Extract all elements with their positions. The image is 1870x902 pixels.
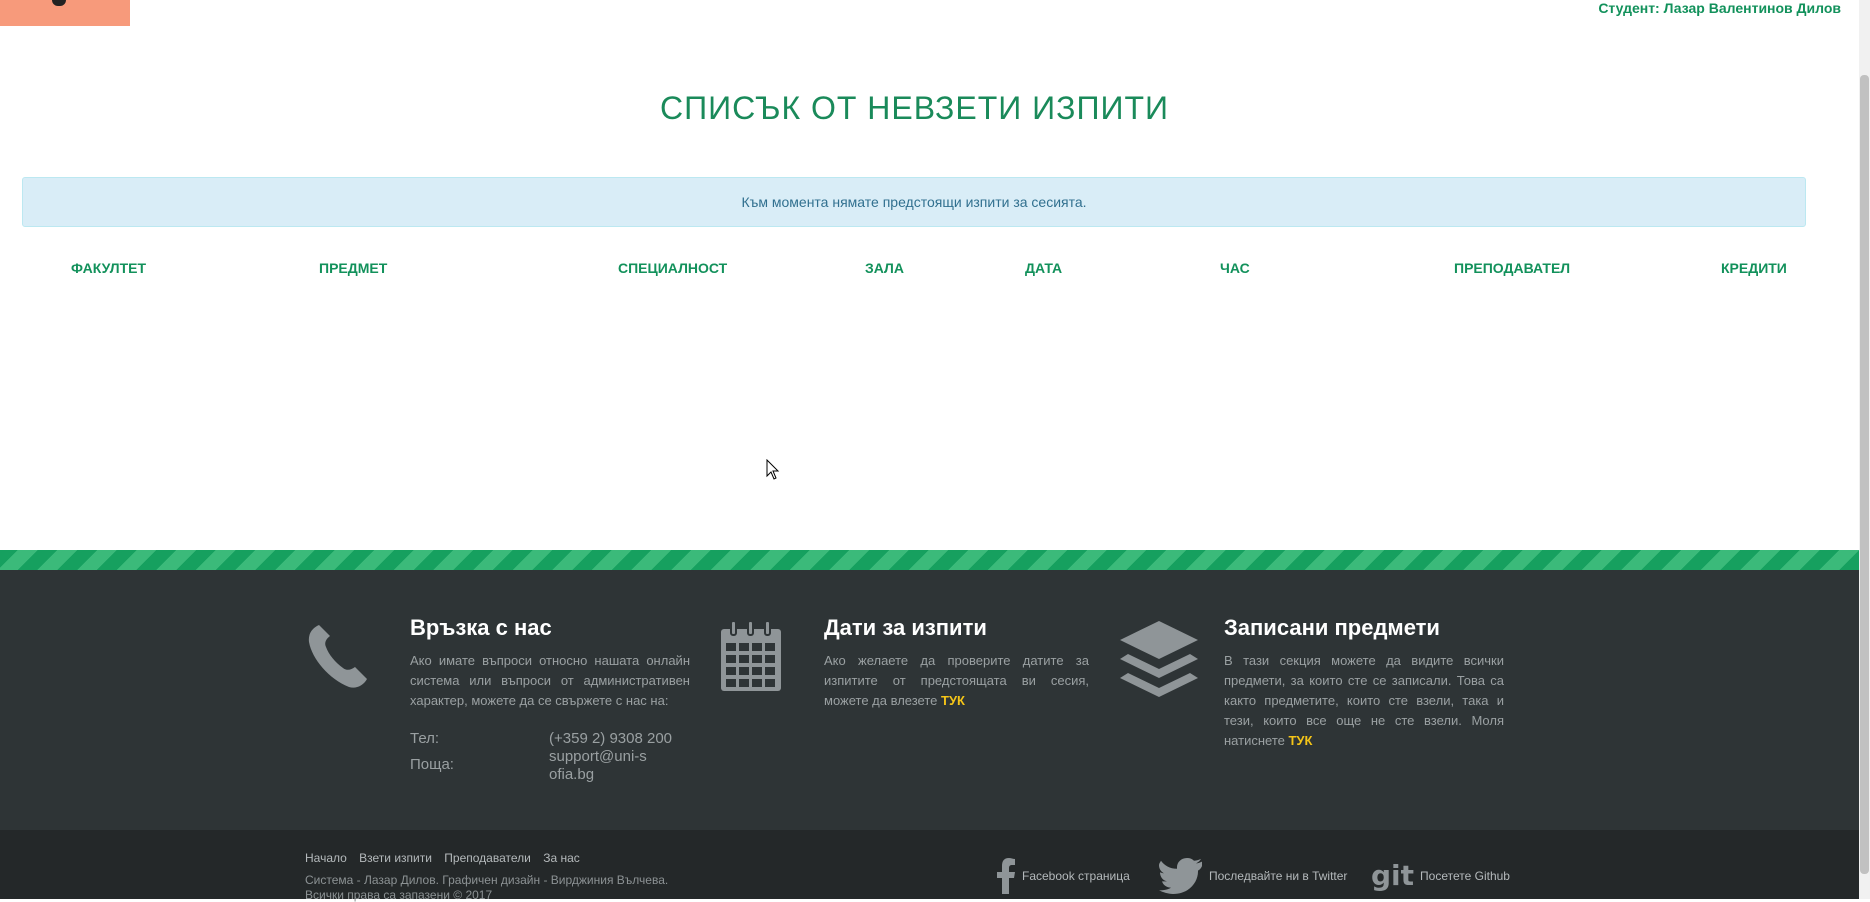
footer-nav: Начало Взети изпити Преподаватели За нас [305,851,589,865]
logo-mark [52,0,66,6]
info-alert: Към момента нямате предстоящи изпити за … [22,177,1806,227]
mouse-cursor-icon [766,459,780,480]
footer-credits: Система - Лазар Дилов. Графичен дизайн -… [305,873,669,887]
student-name[interactable]: Студент: Лазар Валентинов Дилов [1598,0,1841,16]
subjects-text-block: В тази секция можете да видите всички пр… [1224,651,1504,751]
twitter-icon [1159,858,1202,894]
git-icon: git [1371,859,1415,892]
phone-icon [308,625,367,688]
github-label[interactable]: Посетете Github [1420,869,1510,883]
contact-text: Ако имате въпроси относно нашата онлайн … [410,653,690,708]
twitter-link[interactable]: Последвайте ни в Twitter [1159,858,1347,894]
dates-link[interactable]: ТУК [941,693,965,708]
dates-title: Дати за изпити [824,615,987,640]
contact-title: Връзка с нас [410,615,552,640]
facebook-label[interactable]: Facebook страница [1022,869,1130,883]
scrollbar-thumb[interactable] [1860,75,1869,874]
footer-nav-about[interactable]: За нас [543,851,580,865]
footer: Връзка с нас Ако имате въпроси относно н… [0,570,1859,830]
page-title: СПИСЪК ОТ НЕВЗЕТИ ИЗПИТИ [659,90,1170,126]
column-header-date: ДАТА [1025,260,1063,276]
column-header-teacher: ПРЕПОДАВАТЕЛ [1454,260,1571,276]
calendar-icon [721,621,781,691]
footer-nav-teachers[interactable]: Преподаватели [444,851,531,865]
footer-stripe-divider [0,550,1859,570]
facebook-link[interactable]: Facebook страница [996,858,1130,894]
footer-nav-taken-exams[interactable]: Взети изпити [359,851,432,865]
column-header-specialty: СПЕЦИАЛНОСТ [618,260,728,276]
layers-icon [1120,621,1198,697]
column-header-faculty: ФАКУЛТЕТ [71,260,147,276]
footer-bottom-bar [0,830,1859,899]
subjects-title: Записани предмети [1224,615,1440,640]
dates-text-block: Ако желаете да проверите датите за изпит… [824,651,1089,711]
subjects-link[interactable]: ТУК [1288,733,1312,748]
subjects-text: В тази секция можете да видите всички пр… [1224,653,1504,748]
twitter-label[interactable]: Последвайте ни в Twitter [1209,869,1347,883]
column-header-subject: ПРЕДМЕТ [319,260,388,276]
column-header-hour: ЧАС [1220,260,1250,276]
page-scrollbar[interactable] [1859,0,1870,899]
site-logo[interactable] [0,0,130,26]
mail-value[interactable]: support@uni-sofia.bg [549,748,654,784]
footer-copyright: Всички права са запазени © 2017 [305,888,493,902]
github-link[interactable]: git Посетете Github [1371,858,1510,894]
facebook-icon [997,858,1015,894]
phone-label: Тел: [410,730,440,747]
mail-label: Поща: [410,756,454,773]
column-header-credits: КРЕДИТИ [1721,260,1787,276]
column-header-hall: ЗАЛА [865,260,904,276]
footer-nav-home[interactable]: Начало [305,851,347,865]
phone-value: (+359 2) 9308 200 [549,730,673,747]
